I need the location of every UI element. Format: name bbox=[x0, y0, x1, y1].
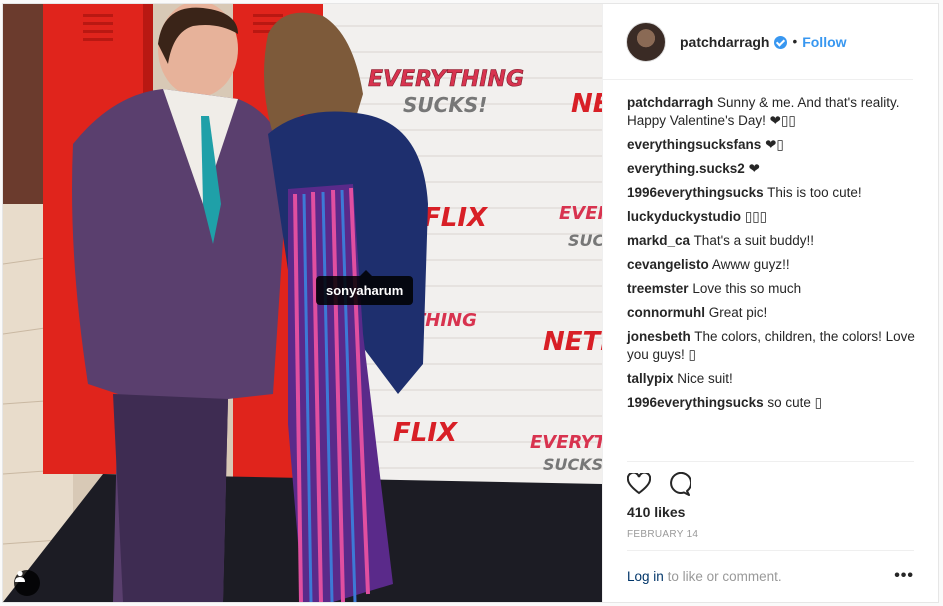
comment-item: patchdarragh Sunny & me. And that's real… bbox=[627, 94, 917, 130]
comment-item: connormuhl Great pic! bbox=[627, 304, 917, 322]
backdrop-netflix-2: FLIX bbox=[423, 203, 489, 233]
verified-badge-icon bbox=[774, 36, 788, 49]
comment-text: Awww guyz!! bbox=[711, 257, 790, 272]
comment-username[interactable]: markd_ca bbox=[627, 233, 690, 248]
comment-username[interactable]: everything.sucks2 bbox=[627, 161, 745, 176]
comment-item: jonesbeth The colors, children, the colo… bbox=[627, 328, 917, 364]
comment-username[interactable]: connormuhl bbox=[627, 305, 705, 320]
follow-button[interactable]: Follow bbox=[802, 34, 846, 50]
comment-icon[interactable] bbox=[667, 471, 692, 499]
comment-username[interactable]: 1996everythingsucks bbox=[627, 395, 764, 410]
backdrop-netflix-3: NETFLIX bbox=[543, 327, 602, 357]
login-link[interactable]: Log in bbox=[627, 569, 664, 584]
post-card: EVERYTHING SUCKS! NETFLIX FLIX EVERYTH S… bbox=[2, 3, 939, 603]
comment-item: 1996everythingsucks This is too cute! bbox=[627, 184, 917, 202]
comment-text: ❤ bbox=[748, 161, 760, 176]
heart-icon[interactable] bbox=[626, 471, 652, 498]
likes-count[interactable]: 410 likes bbox=[627, 504, 685, 520]
comment-username[interactable]: everythingsucksfans bbox=[627, 137, 761, 152]
login-prompt-text: to like or comment. bbox=[667, 569, 782, 584]
comment-text: ▯▯▯ bbox=[744, 209, 768, 224]
comment-item: luckyduckystudio ▯▯▯ bbox=[627, 208, 917, 226]
post-photo[interactable]: EVERYTHING SUCKS! NETFLIX FLIX EVERYTH S… bbox=[3, 4, 602, 602]
backdrop-netflix-1: NETFLIX bbox=[571, 89, 602, 119]
backdrop-logo-2: SUCKS! bbox=[403, 93, 487, 117]
comment-text: This is too cute! bbox=[767, 185, 862, 200]
comment-item: markd_ca That's a suit buddy!! bbox=[627, 232, 917, 250]
person-icon bbox=[15, 570, 25, 582]
user-tag-bubble[interactable]: sonyaharum bbox=[316, 270, 414, 305]
comment-text: Love this so much bbox=[692, 281, 802, 296]
comment-username[interactable]: jonesbeth bbox=[627, 329, 691, 344]
comment-text: ❤▯ bbox=[765, 137, 784, 152]
comment-text: That's a suit buddy!! bbox=[693, 233, 814, 248]
comment-text: so cute ▯ bbox=[767, 395, 823, 410]
comment-text: Nice suit! bbox=[677, 371, 733, 386]
comment-item: 1996everythingsucks so cute ▯ bbox=[627, 394, 917, 412]
comment-username[interactable]: cevangelisto bbox=[627, 257, 709, 272]
comment-item: tallypix Nice suit! bbox=[627, 370, 917, 388]
separator-dot: • bbox=[792, 34, 798, 49]
comment-username[interactable]: 1996everythingsucks bbox=[627, 185, 764, 200]
backdrop-logo-4: SUCKS bbox=[568, 231, 602, 250]
comments-list: patchdarragh Sunny & me. And that's real… bbox=[627, 94, 917, 418]
backdrop-logo-3: EVERYTH bbox=[559, 203, 602, 224]
post-date: FEBRUARY 14 bbox=[627, 529, 699, 540]
comment-username[interactable]: patchdarragh bbox=[627, 95, 713, 110]
backdrop-netflix-4: FLIX bbox=[393, 418, 459, 448]
comment-item: treemster Love this so much bbox=[627, 280, 917, 298]
backdrop-logo-6: EVERYTH bbox=[530, 432, 602, 453]
comment-text: Great pic! bbox=[708, 305, 768, 320]
comment-username[interactable]: luckyduckystudio bbox=[627, 209, 741, 224]
comment-username[interactable]: treemster bbox=[627, 281, 689, 296]
backdrop-logo-7: SUCKS bbox=[543, 455, 602, 474]
photo-illustration: EVERYTHING SUCKS! NETFLIX FLIX EVERYTH S… bbox=[3, 4, 602, 602]
post-header: patchdarragh • Follow bbox=[603, 4, 913, 80]
show-tags-button[interactable] bbox=[14, 570, 40, 596]
comment-item: everythingsucksfans ❤▯ bbox=[627, 136, 917, 154]
comment-item: everything.sucks2 ❤ bbox=[627, 160, 917, 178]
avatar[interactable] bbox=[626, 21, 666, 62]
backdrop-logo-1: EVERYTHING bbox=[368, 67, 524, 92]
post-author-username[interactable]: patchdarragh bbox=[680, 34, 769, 50]
post-sidebar: patchdarragh • Follow patchdarragh Sunny… bbox=[602, 4, 939, 602]
comment-item: cevangelisto Awww guyz!! bbox=[627, 256, 917, 274]
comment-username[interactable]: tallypix bbox=[627, 371, 674, 386]
login-prompt: Log in to like or comment. ••• bbox=[627, 550, 914, 584]
more-options-button[interactable]: ••• bbox=[894, 567, 914, 585]
action-bar bbox=[626, 461, 914, 501]
